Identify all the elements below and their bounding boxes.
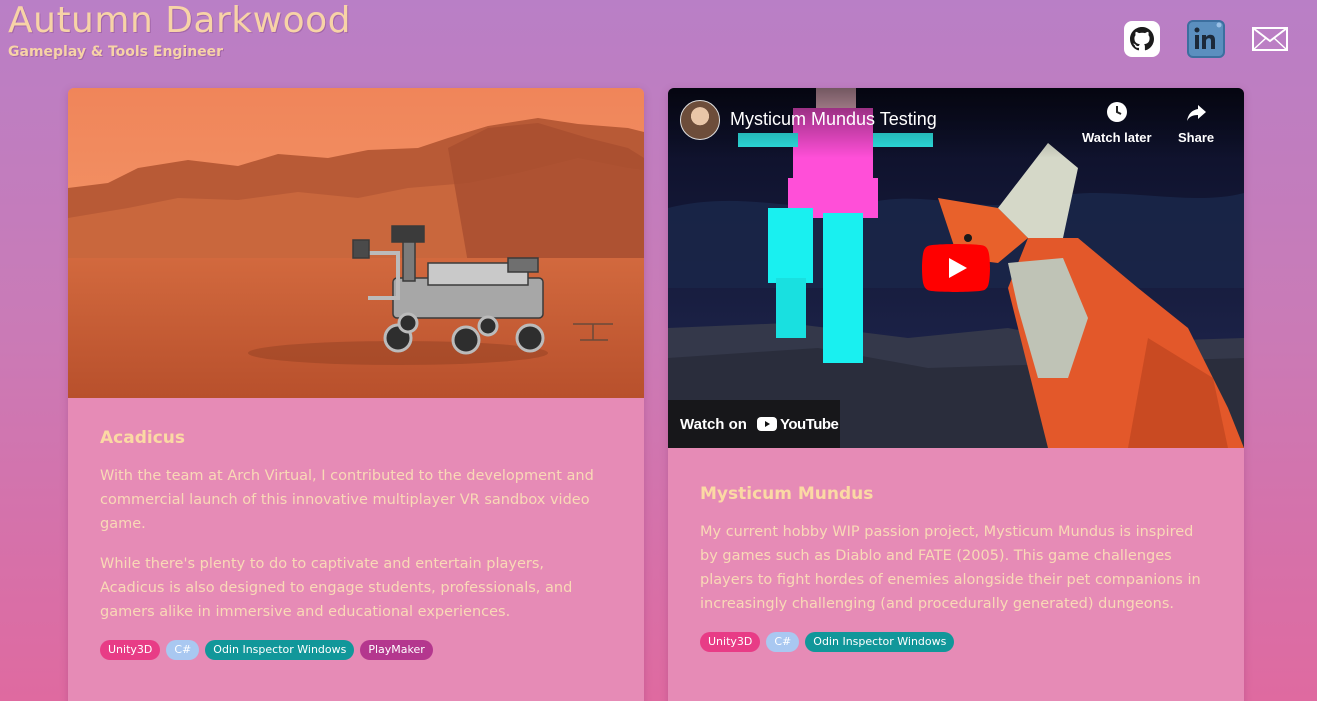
github-icon <box>1124 21 1160 57</box>
share-label: Share <box>1178 130 1215 145</box>
social-links <box>1123 20 1289 58</box>
tag-csharp: C# <box>166 640 200 660</box>
tag-odin-inspector: Odin Inspector Windows <box>205 640 355 660</box>
linkedin-icon <box>1187 20 1225 58</box>
youtube-embed[interactable]: Mysticum Mundus Testing Watch later Shar… <box>668 88 1244 448</box>
watch-later-button[interactable]: Watch later <box>1082 100 1152 145</box>
tag-unity3d: Unity3D <box>100 640 161 660</box>
watch-on-label: Watch on <box>680 415 747 433</box>
mars-rover-image <box>68 88 644 398</box>
youtube-logo: YouTube <box>756 415 839 433</box>
site-header: Autumn Darkwood Gameplay & Tools Enginee… <box>8 0 351 60</box>
tag-list: Unity3D C# Odin Inspector Windows <box>700 632 1212 652</box>
project-title: Mysticum Mundus <box>700 484 874 504</box>
project-card-mysticum-mundus: Mysticum Mundus Testing Watch later Shar… <box>668 88 1244 701</box>
tag-unity3d: Unity3D <box>700 632 761 652</box>
watch-on-youtube-button[interactable]: Watch on YouTube <box>668 400 840 448</box>
clock-icon <box>1106 102 1127 122</box>
share-icon <box>1187 105 1207 121</box>
mail-icon <box>1252 27 1288 51</box>
share-button[interactable]: Share <box>1178 100 1214 145</box>
mail-link[interactable] <box>1251 20 1289 58</box>
acadicus-screenshot <box>68 88 644 398</box>
tag-odin-inspector: Odin Inspector Windows <box>805 632 955 652</box>
project-description: With the team at Arch Virtual, I contrib… <box>100 468 594 532</box>
tag-list: Unity3D C# Odin Inspector Windows PlayMa… <box>100 640 612 660</box>
tag-csharp: C# <box>766 632 800 652</box>
site-name: Autumn Darkwood <box>8 0 351 41</box>
tag-playmaker: PlayMaker <box>360 640 433 660</box>
linkedin-link[interactable] <box>1187 20 1225 58</box>
project-description: My current hobby WIP passion project, My… <box>700 524 1201 612</box>
github-link[interactable] <box>1123 20 1161 58</box>
project-card-acadicus: Acadicus With the team at Arch Virtual, … <box>68 88 644 701</box>
watch-later-label: Watch later <box>1082 130 1152 145</box>
youtube-play-icon <box>756 417 777 431</box>
channel-avatar[interactable] <box>680 100 720 140</box>
site-subtitle: Gameplay & Tools Engineer <box>8 44 224 60</box>
project-description: While there's plenty to do to captivate … <box>100 556 573 620</box>
play-button[interactable] <box>922 244 990 292</box>
project-title: Acadicus <box>100 428 185 448</box>
youtube-wordmark: YouTube <box>779 415 839 433</box>
video-title[interactable]: Mysticum Mundus Testing <box>730 109 937 130</box>
